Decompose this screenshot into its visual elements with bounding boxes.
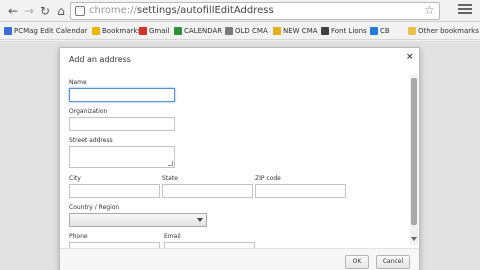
scrollbar-thumb[interactable] — [411, 78, 417, 225]
organization-label: Organization — [69, 108, 108, 115]
bookmark-item[interactable]: CB — [370, 25, 390, 37]
home-icon[interactable]: ⌂ — [54, 4, 68, 18]
bookmark-item[interactable]: Font Lions — [321, 25, 367, 37]
bookmark-item[interactable]: PCMag Edit Calendar — [4, 25, 87, 37]
close-icon[interactable]: × — [406, 52, 414, 62]
organization-field[interactable] — [69, 117, 175, 131]
back-arrow-icon[interactable]: ← — [6, 4, 20, 18]
reload-icon[interactable]: ↻ — [38, 4, 52, 18]
scroll-down-arrow-icon[interactable] — [411, 237, 417, 241]
add-address-dialog: Add an address × Name Organization Stree… — [59, 47, 420, 270]
bookmark-favicon-icon — [174, 27, 182, 35]
phone-label: Phone — [69, 233, 88, 240]
city-field[interactable] — [69, 184, 160, 198]
bookmark-favicon-icon — [92, 27, 100, 35]
menu-icon[interactable] — [458, 4, 472, 16]
bookmark-item[interactable]: CALENDAR — [174, 25, 222, 37]
street-address-label: Street address — [69, 137, 113, 144]
page-icon — [75, 6, 85, 16]
dialog-footer: OK Cancel — [60, 248, 419, 270]
name-label: Name — [69, 79, 87, 86]
bookmark-favicon-icon — [321, 27, 329, 35]
bookmark-favicon-icon — [4, 27, 12, 35]
ok-button[interactable]: OK — [345, 255, 369, 269]
chevron-down-icon — [197, 218, 203, 222]
bookmark-favicon-icon — [139, 27, 147, 35]
name-field[interactable] — [69, 88, 175, 102]
forward-arrow-icon[interactable]: → — [22, 4, 36, 18]
bookmark-favicon-icon — [370, 27, 378, 35]
zip-code-label: ZIP code — [255, 175, 281, 182]
dialog-title: Add an address — [69, 55, 131, 64]
bookmark-item[interactable]: Other bookmarks — [408, 25, 479, 37]
bookmark-favicon-icon — [273, 27, 281, 35]
resize-handle-icon[interactable] — [168, 161, 173, 166]
bookmark-favicon-icon — [225, 27, 233, 35]
country-region-label: Country / Region — [69, 204, 120, 211]
folder-icon — [408, 27, 416, 35]
zip-code-field[interactable] — [255, 184, 346, 198]
cancel-button[interactable]: Cancel — [376, 255, 410, 269]
city-label: City — [69, 175, 81, 182]
bookmark-item[interactable]: Gmail — [139, 25, 169, 37]
street-address-field[interactable] — [69, 146, 175, 168]
bookmark-item[interactable]: Bookmarks — [92, 25, 141, 37]
email-label: Email — [164, 233, 181, 240]
url-text: chrome://settings/autofillEditAddress — [89, 5, 274, 16]
bookmark-item[interactable]: OLD CMA — [225, 25, 268, 37]
bookmark-star-icon[interactable]: ☆ — [424, 3, 435, 17]
state-label: State — [162, 175, 178, 182]
state-field[interactable] — [162, 184, 253, 198]
country-region-select[interactable] — [69, 213, 207, 227]
bookmarks-bar: PCMag Edit Calendar Bookmarks Gmail CALE… — [0, 22, 480, 40]
bookmark-item[interactable]: NEW CMA — [273, 25, 318, 37]
browser-toolbar: ← → ↻ ⌂ chrome://settings/autofillEditAd… — [0, 0, 480, 22]
address-bar[interactable]: chrome://settings/autofillEditAddress — [70, 2, 440, 20]
